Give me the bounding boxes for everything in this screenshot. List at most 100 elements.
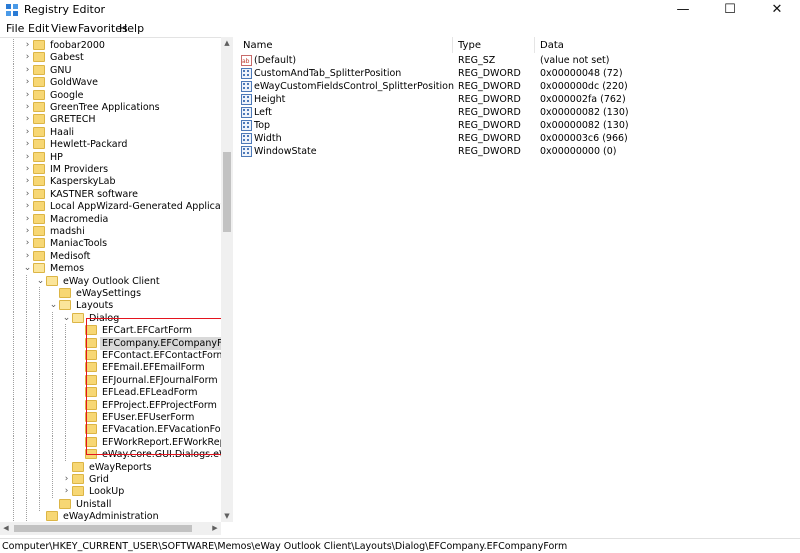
expand-chevron-icon[interactable]: › <box>62 473 71 486</box>
registry-editor-icon <box>6 4 18 16</box>
tree-item[interactable]: › foobar2000 <box>0 39 232 52</box>
collapse-chevron-icon[interactable]: ⌄ <box>62 312 71 325</box>
expand-chevron-icon[interactable]: › <box>23 175 32 188</box>
expand-chevron-icon[interactable]: › <box>23 225 32 238</box>
expand-chevron-icon[interactable]: › <box>23 213 32 226</box>
close-button[interactable]: ✕ <box>754 0 800 20</box>
tree-item-label: GNU <box>50 64 72 76</box>
tree-item[interactable]: eWaySettings <box>0 287 232 300</box>
tree-item[interactable]: ⌄ Layouts <box>0 299 232 313</box>
tree-item[interactable]: ⌄ eWay Outlook Client <box>0 274 232 288</box>
tree-item[interactable]: › GRETECH <box>0 113 232 127</box>
folder-icon <box>59 498 71 509</box>
tree-guide-line <box>26 361 27 375</box>
tree-item[interactable]: › Grid <box>0 473 232 486</box>
expand-chevron-icon[interactable]: › <box>23 113 32 126</box>
column-header-type[interactable]: Type <box>458 40 481 51</box>
folder-icon <box>33 40 45 50</box>
menu-view[interactable]: View <box>51 22 77 35</box>
expand-chevron-icon[interactable]: › <box>23 250 32 263</box>
tree-guide-line <box>39 485 40 499</box>
tree-item[interactable]: ⌄ Memos <box>0 262 232 276</box>
expand-chevron-icon[interactable]: › <box>23 51 32 64</box>
value-type: REG_SZ <box>458 55 496 66</box>
expand-chevron-icon[interactable]: › <box>62 485 71 498</box>
tree-guide-line <box>13 287 14 300</box>
column-header-data[interactable]: Data <box>540 40 564 51</box>
tree-guide-line <box>52 411 53 424</box>
collapse-chevron-icon[interactable]: ⌄ <box>36 275 45 288</box>
maximize-button[interactable]: ☐ <box>707 0 753 20</box>
value-row[interactable]: eWayCustomFieldsControl_SplitterPosition… <box>237 80 800 93</box>
tree-item-label: Unistall <box>76 498 112 510</box>
tree-item[interactable]: › Local AppWizard-Generated Applications <box>0 200 233 214</box>
tree-item-label: Local AppWizard-Generated Applications <box>50 201 233 213</box>
tree-horizontal-scrollbar[interactable]: ◀ ▶ <box>0 522 221 535</box>
tree-item[interactable]: › Gabest <box>0 51 232 65</box>
value-row[interactable]: CustomAndTab_SplitterPosition REG_DWORD 0x… <box>237 67 800 80</box>
tree-item[interactable]: › madshi <box>0 225 232 238</box>
tree-item[interactable]: eWayAdministration <box>0 510 232 522</box>
column-divider[interactable] <box>534 37 535 53</box>
expand-chevron-icon <box>75 411 84 424</box>
tree-item[interactable]: › Medisoft <box>0 249 232 263</box>
expand-chevron-icon[interactable]: › <box>23 151 32 164</box>
tree-guide-line <box>39 460 40 474</box>
menu-file[interactable]: File <box>6 22 24 35</box>
scroll-down-icon[interactable]: ▼ <box>221 510 233 522</box>
menu-help[interactable]: Help <box>119 22 144 35</box>
collapse-chevron-icon[interactable]: ⌄ <box>23 262 32 275</box>
value-row[interactable]: Width REG_DWORD 0x000003c6 (966) <box>237 132 800 145</box>
column-header-name[interactable]: Name <box>243 40 273 51</box>
tree-item[interactable]: › IM Providers <box>0 163 232 176</box>
tree-guide-line <box>13 63 14 77</box>
scroll-left-icon[interactable]: ◀ <box>0 522 12 535</box>
column-divider[interactable] <box>452 37 453 53</box>
scroll-thumb[interactable] <box>223 152 231 232</box>
tree-item[interactable]: › KasperskyLab <box>0 175 232 189</box>
minimize-button[interactable]: — <box>660 0 706 20</box>
expand-chevron-icon[interactable]: › <box>23 237 32 250</box>
expand-chevron-icon[interactable]: › <box>23 200 32 213</box>
value-row[interactable]: Top REG_DWORD 0x00000082 (130) <box>237 119 800 132</box>
tree-item[interactable]: Unistall <box>0 497 232 511</box>
collapse-chevron-icon[interactable]: ⌄ <box>49 299 58 312</box>
tree-item[interactable]: › GoldWave <box>0 76 232 90</box>
scroll-thumb[interactable] <box>14 525 192 532</box>
value-row[interactable]: ab (Default) REG_SZ (value not set) <box>237 54 800 67</box>
tree-item[interactable]: › GNU <box>0 63 232 77</box>
tree-item[interactable]: › ManiacTools <box>0 237 232 251</box>
expand-chevron-icon[interactable]: › <box>23 138 32 151</box>
value-row[interactable]: WindowState REG_DWORD 0x00000000 (0) <box>237 145 800 158</box>
tree-guide-line <box>13 324 14 338</box>
value-type: REG_DWORD <box>458 94 521 105</box>
expand-chevron-icon[interactable]: › <box>23 163 32 176</box>
tree-item[interactable]: › KASTNER software <box>0 187 232 201</box>
tree-guide-line <box>13 113 14 127</box>
tree-item[interactable]: eWayReports <box>0 460 232 474</box>
values-list[interactable]: Name Type Data ab (Default) REG_SZ (value n… <box>237 37 800 535</box>
tree-item[interactable]: › GreenTree Applications <box>0 101 232 114</box>
value-row[interactable]: Left REG_DWORD 0x00000082 (130) <box>237 106 800 119</box>
tree-vertical-scrollbar[interactable]: ▲ ▼ <box>221 37 233 522</box>
tree-item[interactable]: › HP <box>0 150 232 164</box>
menu-edit[interactable]: Edit <box>28 22 49 35</box>
expand-chevron-icon[interactable]: › <box>23 39 32 52</box>
expand-chevron-icon[interactable]: › <box>23 64 32 77</box>
expand-chevron-icon <box>75 448 84 461</box>
tree-item[interactable]: › Google <box>0 88 232 102</box>
value-row[interactable]: Height REG_DWORD 0x000002fa (762) <box>237 93 800 106</box>
tree-item[interactable]: › Hewlett-Packard <box>0 138 232 152</box>
expand-chevron-icon[interactable]: › <box>23 76 32 89</box>
expand-chevron-icon[interactable]: › <box>23 89 32 102</box>
scroll-up-icon[interactable]: ▲ <box>221 37 233 49</box>
tree-item[interactable]: › Macromedia <box>0 212 232 226</box>
tree-item[interactable]: › Haali <box>0 125 232 139</box>
expand-chevron-icon[interactable]: › <box>23 101 32 114</box>
tree-item-label: IM Providers <box>50 164 109 175</box>
expand-chevron-icon[interactable]: › <box>23 188 32 201</box>
tree-item[interactable]: › LookUp <box>0 485 232 499</box>
scroll-right-icon[interactable]: ▶ <box>209 522 221 535</box>
tree-item-label: eWay Outlook Client <box>63 275 160 287</box>
expand-chevron-icon[interactable]: › <box>23 126 32 139</box>
